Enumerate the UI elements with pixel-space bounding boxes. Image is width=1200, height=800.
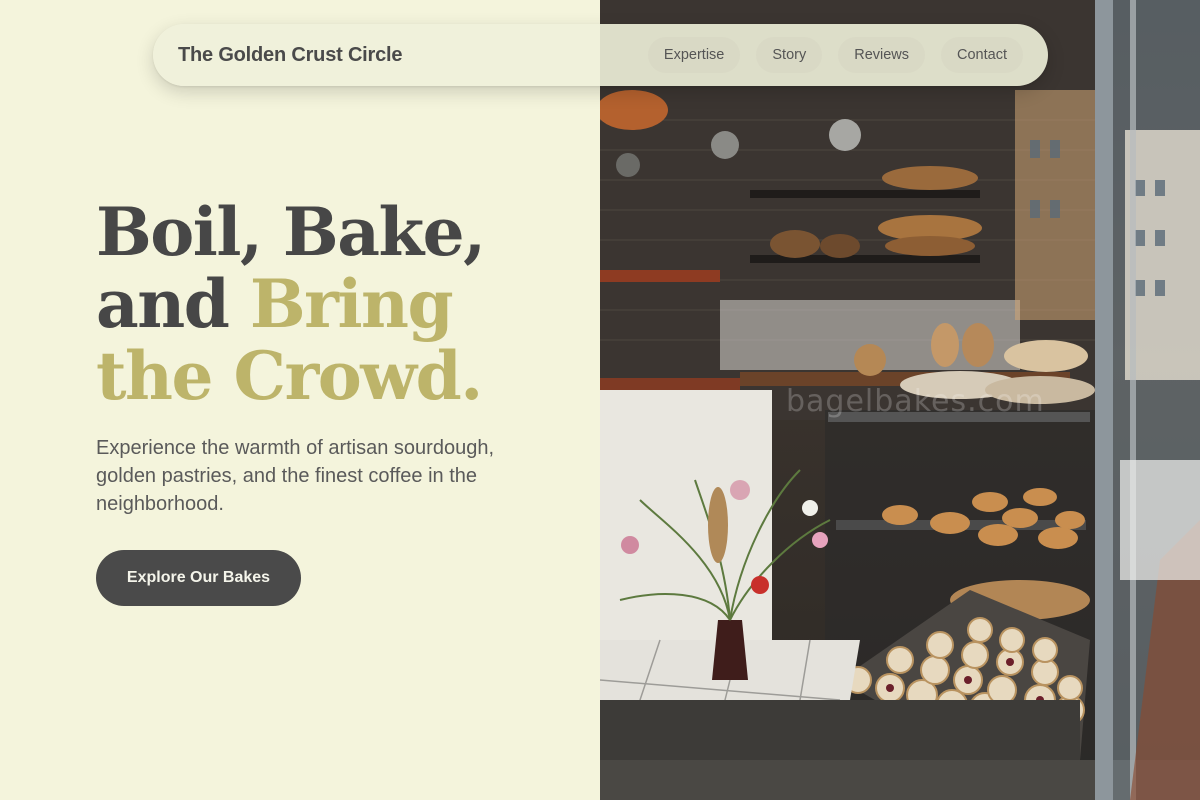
nav-link-reviews[interactable]: Reviews [838, 37, 926, 73]
nav-links: Expertise Story Reviews Contact [647, 37, 1023, 73]
hero-title-line2-accent: Bring [249, 265, 454, 343]
nav-link-story[interactable]: Story [756, 37, 823, 73]
brand-name[interactable]: The Golden Crust Circle [178, 44, 403, 67]
hero-title: Boil, Bake, and Bring the Crowd. [96, 196, 576, 412]
hero-title-line3-accent: the Crowd. [96, 337, 483, 415]
hero-title-line2-plain: and [96, 265, 250, 343]
top-navigation: The Golden Crust Circle Expertise Story … [153, 24, 1048, 86]
nav-link-expertise[interactable]: Expertise [647, 37, 741, 73]
hero-photo: bagelbakes.com [600, 0, 1200, 800]
photo-watermark: bagelbakes.com [786, 384, 1045, 419]
nav-link-contact[interactable]: Contact [941, 37, 1023, 73]
hero-subtitle: Experience the warmth of artisan sourdou… [96, 437, 494, 515]
hero-title-line1: Boil, Bake, [96, 193, 486, 271]
explore-bakes-button[interactable]: Explore Our Bakes [96, 550, 301, 606]
